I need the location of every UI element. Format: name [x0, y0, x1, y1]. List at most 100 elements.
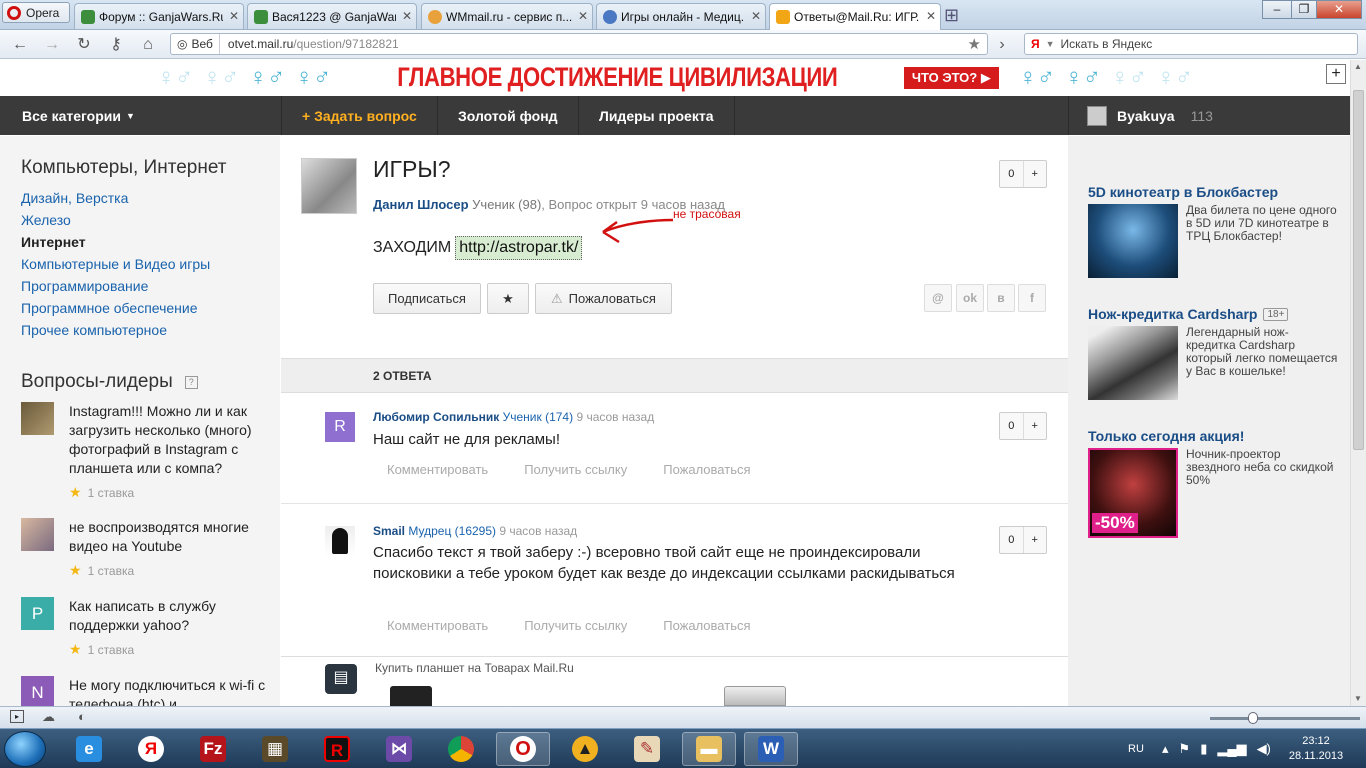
ad-text[interactable]: Два билета по цене одного в 5D или 7D ки…: [1186, 204, 1338, 278]
home-icon[interactable]: ⌂: [138, 35, 158, 55]
banner-button[interactable]: ЧТО ЭТО? ▶: [903, 66, 999, 89]
taskbar-r-app[interactable]: R: [310, 732, 364, 766]
forward-arrow-icon[interactable]: →: [42, 35, 62, 55]
answer-author[interactable]: Smail: [373, 524, 405, 538]
taskbar-app[interactable]: ▲: [558, 732, 612, 766]
vote-plus-button[interactable]: +: [1022, 161, 1047, 187]
list-item[interactable]: не воспроизводятся многие видео на Youtu…: [21, 518, 271, 579]
ad-image[interactable]: [1088, 204, 1178, 278]
share-mail-icon[interactable]: @: [924, 284, 952, 312]
taskbar-yandex[interactable]: Я: [124, 732, 178, 766]
zoom-slider[interactable]: [1210, 717, 1360, 720]
reload-icon[interactable]: ↻: [74, 35, 94, 55]
ad-block[interactable]: Нож-кредитка Cardsharp 18+ Легендарный но…: [1088, 306, 1338, 400]
panel-toggle-icon[interactable]: ▸: [10, 710, 24, 723]
help-icon[interactable]: ?: [184, 375, 198, 389]
get-link-link[interactable]: Получить ссылку: [524, 462, 627, 477]
close-tab-icon[interactable]: ✕: [402, 9, 412, 23]
answer-author[interactable]: Любомир Сопильник: [373, 410, 499, 424]
chevron-right-icon[interactable]: ›: [992, 35, 1012, 55]
ad-text[interactable]: Легендарный нож-кредитка Cardsharp котор…: [1186, 326, 1338, 400]
leader-question-text[interactable]: Instagram!!! Можно ли и как загрузить не…: [69, 402, 271, 478]
sidebar-item-design[interactable]: Дизайн, Верстка: [21, 190, 128, 206]
scroll-down-icon[interactable]: ▼: [1354, 694, 1362, 703]
avatar[interactable]: R: [325, 412, 355, 442]
new-tab-icon[interactable]: ⊞: [944, 5, 959, 26]
sidebar-item-internet[interactable]: Интернет: [21, 234, 86, 250]
comment-link[interactable]: Комментировать: [387, 618, 488, 633]
browser-tab[interactable]: Форум :: GanjaWars.Ru... ✕: [74, 3, 244, 29]
browser-tab[interactable]: Игры онлайн - Медиц... ✕: [596, 3, 766, 29]
leader-question-text[interactable]: не воспроизводятся многие видео на Youtu…: [69, 518, 271, 556]
list-item[interactable]: N Не могу подключиться к wi-fi с телефон…: [21, 676, 271, 706]
taskbar-visual-studio[interactable]: ⋈: [372, 732, 426, 766]
report-link[interactable]: Пожаловаться: [663, 618, 750, 633]
top-banner[interactable]: ♀♂ ♀♂ ♀♂ ♀♂ ГЛАВНОЕ ДОСТИЖЕНИЕ ЦИВИЛИЗАЦИИ …: [0, 60, 1350, 95]
share-ok-icon[interactable]: ok: [956, 284, 984, 312]
vertical-scrollbar[interactable]: ▲ ▼: [1350, 60, 1366, 706]
answer-vote[interactable]: 0 +: [999, 526, 1047, 554]
ad-block[interactable]: Только сегодня акция! -50% Ночник-проект…: [1088, 428, 1338, 538]
volume-icon[interactable]: ◀): [1257, 741, 1271, 757]
vote-plus-button[interactable]: +: [1022, 527, 1047, 553]
flag-icon[interactable]: ⚑: [1179, 741, 1191, 757]
cloud-icon[interactable]: ☁: [42, 709, 55, 725]
list-item[interactable]: P Как написать в службу поддержки yahoo?…: [21, 597, 271, 658]
minimize-window-button[interactable]: –: [1262, 0, 1292, 19]
taskbar-chrome[interactable]: [434, 732, 488, 766]
user-menu[interactable]: Byakuya 113: [1068, 96, 1350, 135]
ad-title[interactable]: Только сегодня акция!: [1088, 428, 1338, 444]
speed-dial-icon[interactable]: ◐: [78, 709, 86, 724]
taskbar-opera[interactable]: O: [496, 732, 550, 766]
tablet-image[interactable]: [724, 686, 786, 706]
language-indicator[interactable]: RU: [1128, 729, 1144, 768]
back-arrow-icon[interactable]: ←: [10, 35, 30, 55]
bookmark-star-icon[interactable]: ★: [968, 35, 981, 53]
search-field[interactable]: Я ▼ Искать в Яндекс: [1024, 33, 1358, 55]
share-facebook-icon[interactable]: f: [1018, 284, 1046, 312]
list-item[interactable]: Instagram!!! Можно ли и как загрузить не…: [21, 402, 271, 501]
maximize-window-button[interactable]: ❐: [1291, 0, 1317, 19]
start-button[interactable]: [4, 731, 46, 767]
report-link[interactable]: Пожаловаться: [663, 462, 750, 477]
promo-text[interactable]: Купить планшет на Товарах Mail.Ru: [375, 661, 574, 675]
subscribe-button[interactable]: Подписаться: [373, 283, 481, 314]
taskbar-word[interactable]: W: [744, 732, 798, 766]
sidebar-item-other[interactable]: Прочее компьютерное: [21, 322, 167, 338]
author-avatar[interactable]: [301, 158, 357, 214]
close-tab-icon[interactable]: ✕: [926, 9, 936, 23]
avatar[interactable]: [325, 526, 355, 556]
shopping-cart-icon[interactable]: ▤: [325, 664, 357, 694]
browser-tab-active[interactable]: Ответы@Mail.Ru: ИГР... ✕: [769, 3, 941, 30]
tablet-image[interactable]: [390, 686, 432, 706]
question-author[interactable]: Данил Шлосер: [373, 197, 469, 212]
question-link[interactable]: http://astropar.tk/: [455, 236, 583, 260]
get-link-link[interactable]: Получить ссылку: [524, 618, 627, 633]
browser-tab[interactable]: Вася1223 @ GanjaWars... ✕: [247, 3, 417, 29]
taskbar-ie[interactable]: e: [62, 732, 116, 766]
opera-menu-button[interactable]: Opera: [2, 2, 70, 23]
ad-image[interactable]: -50%: [1088, 448, 1178, 538]
taskbar-filezilla[interactable]: Fz: [186, 732, 240, 766]
chevron-down-icon[interactable]: ▼: [1046, 39, 1055, 49]
signal-icon[interactable]: ▂▄▆: [1217, 741, 1246, 757]
url-scheme-badge[interactable]: ◎ Веб: [171, 34, 220, 54]
leader-question-text[interactable]: Как написать в службу поддержки yahoo?: [69, 597, 271, 635]
battery-icon[interactable]: ▮: [1200, 741, 1207, 757]
nav-leaders[interactable]: Лидеры проекта: [579, 96, 735, 135]
ad-title[interactable]: 5D кинотеатр в Блокбастер: [1088, 184, 1338, 200]
ad-text[interactable]: Ночник-проектор звездного неба со скидко…: [1186, 448, 1338, 538]
report-button[interactable]: ⚠ Пожаловаться: [535, 283, 672, 314]
sidebar-item-hardware[interactable]: Железо: [21, 212, 71, 228]
yandex-icon[interactable]: Я: [1031, 37, 1040, 51]
key-icon[interactable]: ⚷: [106, 35, 126, 55]
leader-question-text[interactable]: Не могу подключиться к wi-fi с телефона …: [69, 676, 271, 706]
ad-block[interactable]: 5D кинотеатр в Блокбастер Два билета по …: [1088, 184, 1338, 278]
sidebar-item-software[interactable]: Программное обеспечение: [21, 300, 198, 316]
ask-question-button[interactable]: + Задать вопрос: [282, 96, 438, 135]
comment-link[interactable]: Комментировать: [387, 462, 488, 477]
close-tab-icon[interactable]: ✕: [229, 9, 239, 23]
vote-plus-button[interactable]: +: [1022, 413, 1047, 439]
clock[interactable]: 23:12 28.11.2013: [1286, 734, 1346, 764]
taskbar-paint[interactable]: ✎: [620, 732, 674, 766]
